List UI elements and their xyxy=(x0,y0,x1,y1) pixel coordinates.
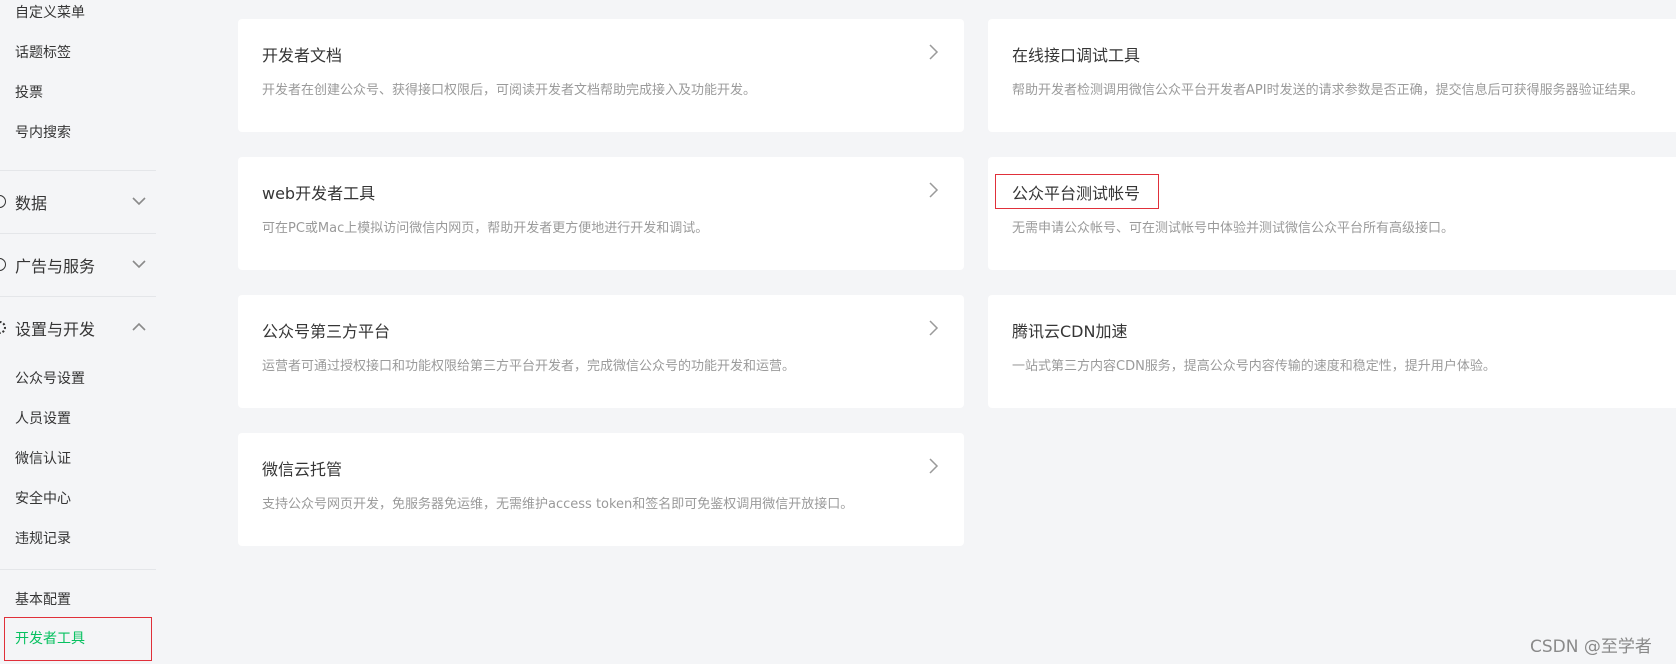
card-description: 运营者可通过授权接口和功能权限给第三方平台开发者，完成微信公众号的功能开发和运营… xyxy=(262,359,796,374)
card-developer-docs[interactable]: 开发者文档 开发者在创建公众号、获得接口权限后，可阅读开发者文档帮助完成接入及功… xyxy=(238,19,964,132)
card-title: 腾讯云CDN加速 xyxy=(1012,322,1128,341)
card-wechat-cloud-hosting[interactable]: 微信云托管 支持公众号网页开发，免服务器免运维，无需维护access token… xyxy=(238,433,964,546)
card-description: 可在PC或Mac上模拟访问微信内网页，帮助开发者更方便地进行开发和调试。 xyxy=(262,221,709,236)
sidebar-item-developer-tools[interactable]: 开发者工具 xyxy=(15,629,85,649)
sidebar-group-label: 设置与开发 xyxy=(15,320,96,339)
sidebar-divider xyxy=(0,569,156,570)
sidebar-divider xyxy=(0,170,156,171)
sidebar-divider xyxy=(0,233,156,234)
page: 自定义菜单 话题标签 投票 号内搜索 数据 广告与服务 设置与开发 公众号设置 … xyxy=(0,0,1676,664)
card-tencent-cdn[interactable]: 腾讯云CDN加速 一站式第三方内容CDN服务，提高公众号内容传输的速度和稳定性，… xyxy=(988,295,1676,408)
sidebar-divider xyxy=(0,296,156,297)
card-web-dev-tools[interactable]: web开发者工具 可在PC或Mac上模拟访问微信内网页，帮助开发者更方便地进行开… xyxy=(238,157,964,270)
chevron-up-icon xyxy=(132,322,146,331)
chevron-right-icon xyxy=(929,458,939,474)
card-title: 微信云托管 xyxy=(262,460,343,479)
chevron-right-icon xyxy=(929,44,939,60)
chevron-down-icon xyxy=(132,260,146,269)
sidebar-item-violation-records[interactable]: 违规记录 xyxy=(15,529,71,549)
card-description: 一站式第三方内容CDN服务，提高公众号内容传输的速度和稳定性，提升用户体验。 xyxy=(1012,359,1496,374)
sidebar-item-in-account-search[interactable]: 号内搜索 xyxy=(15,123,71,143)
card-test-account[interactable]: 公众平台测试帐号 无需申请公众帐号、可在测试帐号中体验并测试微信公众平台所有高级… xyxy=(988,157,1676,270)
card-third-party-platform[interactable]: 公众号第三方平台 运营者可通过授权接口和功能权限给第三方平台开发者，完成微信公众… xyxy=(238,295,964,408)
data-icon xyxy=(0,195,6,208)
sidebar-group-label: 广告与服务 xyxy=(15,257,96,276)
card-title: 公众号第三方平台 xyxy=(262,322,391,341)
card-title: 公众平台测试帐号 xyxy=(1012,184,1141,203)
chevron-down-icon xyxy=(132,197,146,206)
chevron-right-icon xyxy=(929,320,939,336)
card-description: 无需申请公众帐号、可在测试帐号中体验并测试微信公众平台所有高级接口。 xyxy=(1012,221,1455,236)
card-title: 开发者文档 xyxy=(262,46,343,65)
card-description: 开发者在创建公众号、获得接口权限后，可阅读开发者文档帮助完成接入及功能开发。 xyxy=(262,83,757,98)
sidebar-group-label: 数据 xyxy=(15,194,48,213)
sidebar-item-security-center[interactable]: 安全中心 xyxy=(15,489,71,509)
sidebar-item-basic-config[interactable]: 基本配置 xyxy=(15,590,71,610)
card-title: web开发者工具 xyxy=(262,184,376,203)
watermark: CSDN @至学者 xyxy=(1530,637,1652,657)
sidebar-item-vote[interactable]: 投票 xyxy=(15,83,43,103)
card-description: 帮助开发者检测调用微信公众平台开发者API时发送的请求参数是否正确，提交信息后可… xyxy=(1012,83,1644,98)
card-description: 支持公众号网页开发，免服务器免运维，无需维护access token和签名即可免… xyxy=(262,497,854,512)
sidebar-item-custom-menu[interactable]: 自定义菜单 xyxy=(15,3,85,23)
ad-service-icon xyxy=(0,258,6,271)
sidebar-item-wechat-verify[interactable]: 微信认证 xyxy=(15,449,71,469)
card-title: 在线接口调试工具 xyxy=(1012,46,1141,65)
settings-gear-icon xyxy=(0,321,6,334)
card-online-api-debug[interactable]: 在线接口调试工具 帮助开发者检测调用微信公众平台开发者API时发送的请求参数是否… xyxy=(988,19,1676,132)
sidebar-item-topic-tags[interactable]: 话题标签 xyxy=(15,43,71,63)
sidebar-group-settings-dev[interactable]: 设置与开发 xyxy=(0,314,156,342)
sidebar-item-member-settings[interactable]: 人员设置 xyxy=(15,409,71,429)
sidebar-group-ad-service[interactable]: 广告与服务 xyxy=(0,251,156,279)
sidebar-group-data[interactable]: 数据 xyxy=(0,188,156,216)
sidebar-nav: 自定义菜单 话题标签 投票 号内搜索 数据 广告与服务 设置与开发 公众号设置 … xyxy=(0,0,160,664)
sidebar-item-account-settings[interactable]: 公众号设置 xyxy=(15,369,85,389)
chevron-right-icon xyxy=(929,182,939,198)
